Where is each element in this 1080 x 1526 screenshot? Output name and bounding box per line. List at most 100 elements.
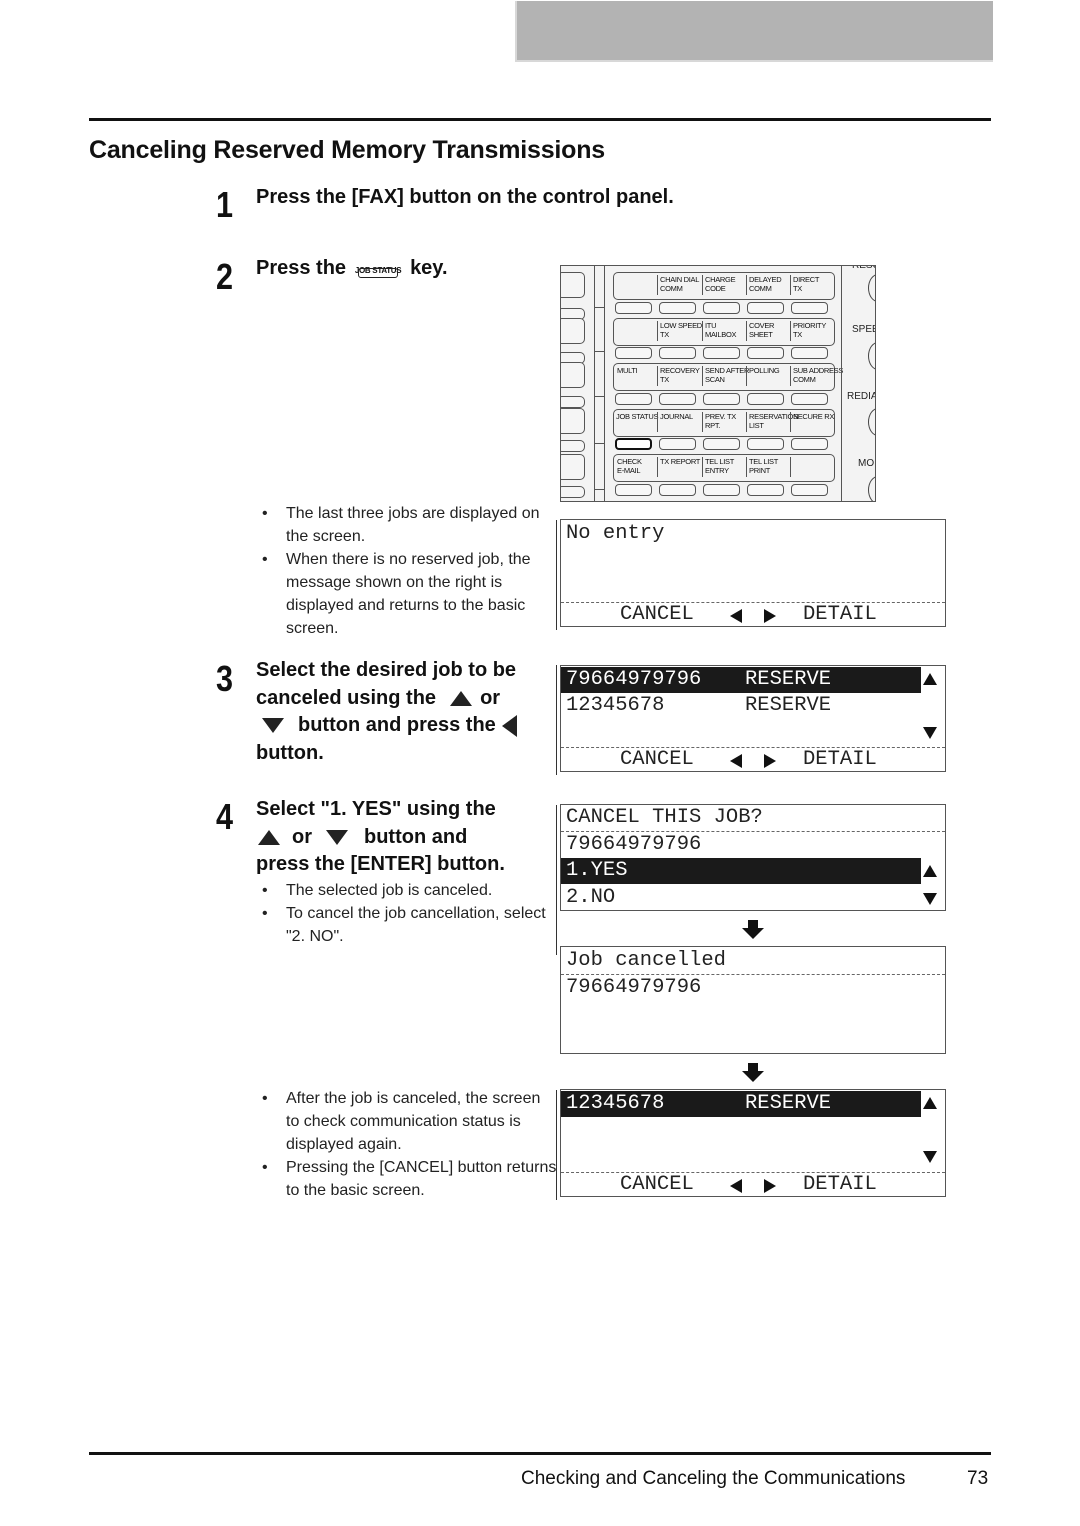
right-arrow-icon — [764, 1179, 776, 1193]
step-3-line: canceled using the or — [256, 685, 556, 713]
lcd-job-list-screen: 79664979796 RESERVE 12345678 RESERVE CANCE… — [560, 665, 946, 772]
down-arrow-icon — [326, 829, 348, 845]
flow-down-arrow-icon — [742, 1063, 764, 1083]
panel-key-label: RECOVERY TX — [657, 366, 700, 386]
panel-key-label: CHARGE CODE — [702, 275, 736, 295]
panel-label-row-4: JOB STATUS JOURNAL PREV. TX RPT. RESERVA… — [613, 409, 835, 437]
cancelled-job-number: 79664979796 — [566, 976, 702, 999]
left-arrow-icon — [730, 754, 742, 768]
step-2-number: 2 — [216, 256, 234, 297]
scroll-up-icon — [923, 673, 937, 685]
step-3-line: button and press the — [256, 712, 556, 740]
panel-key-label: TEL LIST ENTRY — [702, 457, 734, 477]
panel-key — [659, 438, 696, 450]
step-4-text-part: or — [292, 825, 312, 848]
lcd-message: No entry — [566, 522, 665, 545]
lcd-job-list-after-screen: 12345678 RESERVE CANCEL DETAIL — [560, 1089, 946, 1197]
softkey-cancel: CANCEL — [620, 603, 694, 626]
step-3-line: button. — [256, 741, 324, 764]
panel-side-label: SPEE — [852, 324, 875, 335]
panel-key-label: SECURE RX — [790, 412, 834, 432]
job-number: 12345678 — [566, 694, 665, 717]
job-status: RESERVE — [745, 668, 832, 691]
confirm-title: CANCEL THIS JOB? — [566, 806, 763, 829]
page-number: 73 — [967, 1468, 989, 1489]
option-no: 2.NO — [566, 886, 616, 909]
scroll-down-icon — [923, 893, 937, 905]
panel-key-label: TX REPORT — [657, 457, 700, 477]
job-list-row: 12345678 RESERVE — [561, 693, 945, 719]
softkey-detail: DETAIL — [803, 748, 877, 771]
step-1-number: 1 — [216, 184, 234, 225]
lcd-cancelled-screen: Job cancelled 79664979796 — [560, 946, 946, 1054]
panel-label-row-2: LOW SPEED TX ITU MAILBOX COVER SHEET PRI… — [613, 318, 835, 346]
panel-key-label: DELAYED COMM — [746, 275, 782, 295]
step-3-text-part: button and press the — [298, 714, 496, 736]
panel-key — [791, 484, 828, 496]
footer-section-title: Checking and Canceling the Communication… — [521, 1468, 906, 1489]
step-4-line: or button and — [256, 824, 556, 852]
confirm-job-number: 79664979796 — [566, 833, 702, 856]
panel-side-button — [561, 362, 585, 388]
panel-side-label: REDIA — [847, 391, 876, 402]
panel-key-label: JOURNAL — [657, 412, 693, 432]
lcd-softkeys: CANCEL DETAIL — [561, 603, 945, 627]
job-status-panel-key — [615, 438, 652, 450]
cancelled-title: Job cancelled — [566, 949, 726, 972]
softkey-cancel: CANCEL — [620, 1173, 694, 1196]
panel-divider — [594, 307, 604, 308]
panel-key-label: SEND AFTER SCAN — [702, 366, 749, 386]
job-status: RESERVE — [745, 1092, 832, 1115]
panel-divider — [594, 266, 595, 501]
up-arrow-icon — [258, 829, 280, 845]
scroll-down-icon — [923, 1151, 937, 1163]
panel-key-label: DIRECT TX — [790, 275, 819, 295]
panel-key-label: MULTI — [617, 366, 638, 375]
panel-key-label: COVER SHEET — [746, 321, 774, 341]
note-item: After the job is canceled, the screen to… — [262, 1087, 557, 1156]
step-2-text-after: key. — [410, 257, 448, 279]
column-separator — [556, 665, 557, 775]
job-number: 79664979796 — [566, 668, 702, 691]
panel-key — [703, 484, 740, 496]
panel-key-label: LOW SPEED TX — [657, 321, 702, 341]
panel-side-button — [561, 318, 585, 344]
note-item: The last three jobs are displayed on the… — [262, 502, 557, 548]
scroll-up-icon — [923, 1097, 937, 1109]
panel-key — [615, 347, 652, 359]
panel-divider — [594, 443, 604, 444]
panel-right-area: RESO SPEE REDIA MO — [841, 265, 876, 501]
step-2-notes: The last three jobs are displayed on the… — [262, 502, 557, 640]
job-list-row-selected: 12345678 RESERVE — [561, 1091, 921, 1117]
panel-knob — [868, 274, 875, 302]
left-arrow-icon — [501, 714, 517, 737]
panel-side-label: RESO — [852, 265, 875, 271]
panel-key — [615, 484, 652, 496]
bottom-rule — [89, 1452, 991, 1455]
panel-side-label: MO — [858, 458, 875, 469]
panel-key — [659, 484, 696, 496]
final-notes: After the job is canceled, the screen to… — [262, 1087, 557, 1202]
panel-key — [615, 393, 652, 405]
panel-key-label — [790, 457, 793, 477]
column-separator — [556, 520, 557, 630]
step-4-text: Select "1. YES" using the or button and p… — [256, 796, 556, 879]
job-number: 12345678 — [566, 1092, 665, 1115]
note-item: Pressing the [CANCEL] button returns to … — [262, 1156, 557, 1202]
panel-knob — [868, 476, 875, 501]
step-2-text-before: Press the — [256, 257, 347, 279]
softkey-cancel: CANCEL — [620, 748, 694, 771]
column-separator — [556, 805, 557, 955]
panel-key — [659, 347, 696, 359]
panel-knob — [868, 342, 875, 370]
panel-label-row-1: CHAIN DIAL COMM CHARGE CODE DELAYED COMM… — [613, 272, 835, 300]
panel-key — [747, 393, 784, 405]
panel-key-label: ITU MAILBOX — [702, 321, 737, 341]
panel-knob — [868, 408, 875, 436]
panel-key — [703, 393, 740, 405]
panel-side-button — [561, 272, 585, 298]
panel-key — [659, 393, 696, 405]
step-2-text: Press the JOB STATUS key. — [256, 255, 448, 283]
left-arrow-icon — [730, 609, 742, 623]
step-4-line: press the [ENTER] button. — [256, 853, 505, 875]
